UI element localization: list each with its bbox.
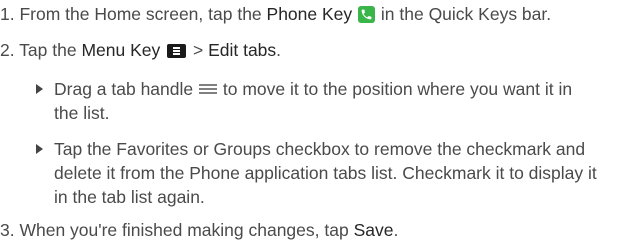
bullet-line: the list. xyxy=(54,103,110,123)
step-text: From the Home screen, tap the xyxy=(14,4,267,24)
menu-key-label: Menu Key xyxy=(81,40,161,60)
edit-tabs-label: Edit tabs xyxy=(208,40,277,60)
step-text: . xyxy=(393,220,399,240)
step-3: 3. When you're finished making changes, … xyxy=(0,218,398,242)
step-2: 2. Tap the Menu Key > Edit tabs. xyxy=(0,38,281,62)
phone-key-icon xyxy=(358,6,376,23)
phone-key-label: Phone Key xyxy=(266,4,353,24)
bullet-arrow-icon xyxy=(36,144,43,154)
bullet-line: Drag a tab handle to move it to the posi… xyxy=(54,79,573,99)
instruction-page: 1. From the Home screen, tap the Phone K… xyxy=(0,0,639,245)
step-number: 3. xyxy=(0,220,15,240)
bullet-line: Tap the Favorites or Groups checkbox to … xyxy=(54,139,586,159)
step-number: 1. xyxy=(0,4,15,24)
bullet-item-checkbox: Tap the Favorites or Groups checkbox to … xyxy=(36,137,616,209)
step-text: Tap the xyxy=(14,40,82,60)
bullet-arrow-icon xyxy=(36,84,43,94)
step-text: . xyxy=(276,40,282,60)
bullet-line: in the tab list again. xyxy=(54,187,205,207)
bullet-item-drag: Drag a tab handle to move it to the posi… xyxy=(36,77,616,125)
save-label: Save xyxy=(353,220,394,240)
bullet-line: delete it from the Phone application tab… xyxy=(54,163,597,183)
step-separator: > xyxy=(188,40,209,60)
menu-key-icon xyxy=(167,44,187,58)
step-number: 2. xyxy=(0,40,15,60)
tab-handle-icon xyxy=(199,83,217,96)
step-text: When you're finished making changes, tap xyxy=(14,220,354,240)
step-1: 1. From the Home screen, tap the Phone K… xyxy=(0,2,551,26)
step-text: in the Quick Keys bar. xyxy=(376,4,552,24)
